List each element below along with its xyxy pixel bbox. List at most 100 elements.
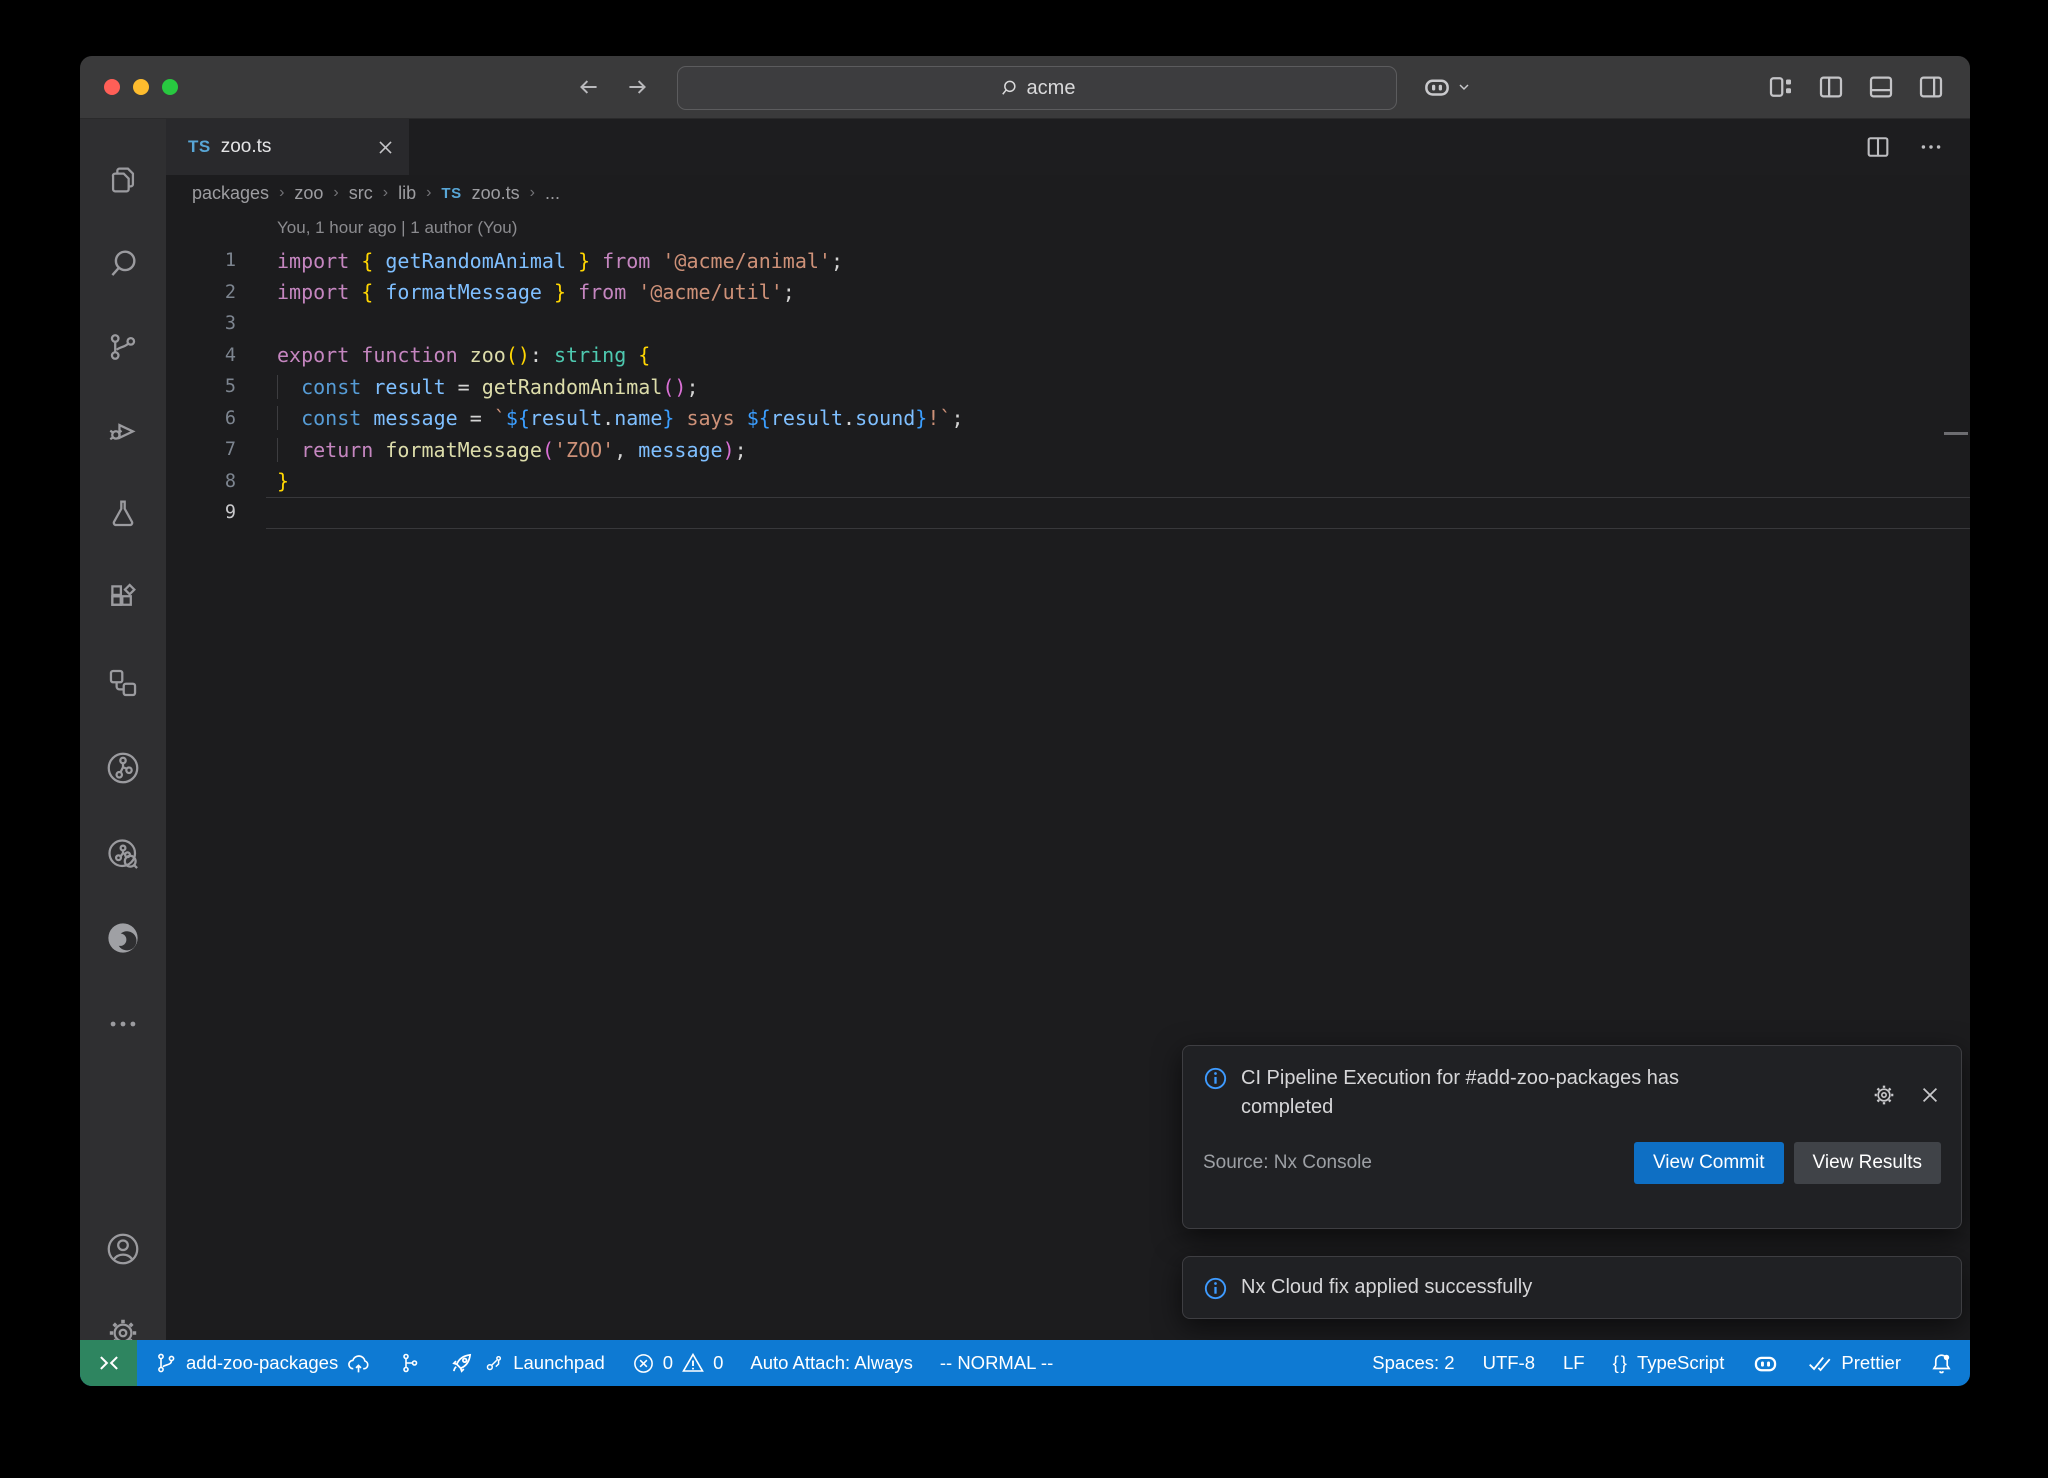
command-center-search[interactable]: acme bbox=[677, 66, 1397, 110]
close-window-button[interactable] bbox=[104, 79, 120, 95]
problems-item[interactable]: 0 0 bbox=[632, 1351, 724, 1375]
zoom-window-button[interactable] bbox=[162, 79, 178, 95]
overview-ruler-cursor-mark bbox=[1944, 432, 1968, 435]
rocket-icon bbox=[449, 1350, 475, 1376]
code-line[interactable]: 4export function zoo(): string { bbox=[166, 340, 1970, 372]
tab-zoo-ts[interactable]: TS zoo.ts bbox=[166, 119, 409, 175]
code-line[interactable]: 1import { getRandomAnimal } from '@acme/… bbox=[166, 245, 1970, 277]
vscode-window: acme bbox=[80, 56, 1970, 1386]
tab-label: zoo.ts bbox=[221, 136, 272, 158]
more-views-icon[interactable] bbox=[80, 1007, 166, 1041]
line-number: 7 bbox=[166, 439, 236, 460]
search-icon bbox=[999, 78, 1019, 98]
git-branch-icon bbox=[154, 1351, 178, 1375]
notification-message: Nx Cloud fix applied successfully bbox=[1241, 1276, 1532, 1299]
run-and-debug-icon[interactable] bbox=[80, 413, 166, 447]
line-number: 1 bbox=[166, 250, 236, 271]
minimize-window-button[interactable] bbox=[133, 79, 149, 95]
code-lines: 1import { getRandomAnimal } from '@acme/… bbox=[166, 245, 1970, 529]
typescript-file-icon: TS bbox=[441, 185, 461, 202]
auto-attach-item[interactable]: Auto Attach: Always bbox=[750, 1352, 912, 1374]
breadcrumb-item[interactable]: zoo bbox=[294, 183, 323, 204]
language-label: TypeScript bbox=[1637, 1352, 1724, 1374]
editor-more-actions-icon[interactable] bbox=[1918, 134, 1944, 160]
eol-label: LF bbox=[1563, 1352, 1585, 1374]
code-line[interactable]: 9 bbox=[166, 497, 1970, 529]
line-number: 4 bbox=[166, 345, 236, 366]
extensions-icon[interactable] bbox=[80, 580, 166, 614]
encoding-item[interactable]: UTF-8 bbox=[1483, 1352, 1535, 1374]
search-view-icon[interactable] bbox=[80, 246, 166, 280]
split-editor-icon[interactable] bbox=[1864, 133, 1892, 161]
titlebar: acme bbox=[80, 56, 1970, 119]
close-tab-icon[interactable] bbox=[376, 138, 395, 157]
encoding-label: UTF-8 bbox=[1483, 1352, 1535, 1374]
formatter-item[interactable]: Prettier bbox=[1807, 1350, 1901, 1376]
gitlens-search-icon[interactable] bbox=[80, 836, 166, 872]
vim-mode-item[interactable]: -- NORMAL -- bbox=[940, 1352, 1053, 1374]
copilot-icon[interactable] bbox=[1422, 72, 1452, 102]
code-editor[interactable]: You, 1 hour ago | 1 author (You) 1import… bbox=[166, 211, 1970, 529]
breadcrumb-item[interactable]: lib bbox=[398, 183, 416, 204]
commit-graph-icon bbox=[483, 1352, 505, 1374]
auto-attach-label: Auto Attach: Always bbox=[750, 1352, 912, 1374]
vim-mode-label: -- NORMAL -- bbox=[940, 1352, 1053, 1374]
double-check-icon bbox=[1807, 1350, 1833, 1376]
back-arrow-icon[interactable] bbox=[576, 74, 602, 100]
notification-nx-cloud: Nx Cloud fix applied successfully bbox=[1182, 1256, 1962, 1319]
eol-item[interactable]: LF bbox=[1563, 1352, 1585, 1374]
customize-layout-icon[interactable] bbox=[1766, 72, 1796, 102]
screenshot-root: acme bbox=[0, 0, 2048, 1478]
breadcrumb-item[interactable]: src bbox=[349, 183, 373, 204]
git-graph-icon bbox=[398, 1351, 422, 1375]
notifications-bell-item[interactable] bbox=[1929, 1351, 1954, 1376]
view-results-button[interactable]: View Results bbox=[1794, 1142, 1941, 1184]
chevron-right-icon: › bbox=[279, 184, 284, 202]
code-line[interactable]: 7 return formatMessage('ZOO', message); bbox=[166, 434, 1970, 466]
notification-source: Source: Nx Console bbox=[1203, 1152, 1372, 1174]
edge-devtools-icon[interactable] bbox=[80, 920, 166, 956]
forward-arrow-icon[interactable] bbox=[624, 74, 650, 100]
code-text: } bbox=[236, 469, 289, 493]
code-line[interactable]: 6 const message = `${result.name} says $… bbox=[166, 403, 1970, 435]
code-line[interactable]: 5 const result = getRandomAnimal(); bbox=[166, 371, 1970, 403]
notification-close-icon[interactable] bbox=[1919, 1068, 1941, 1122]
view-commit-button[interactable]: View Commit bbox=[1634, 1142, 1784, 1184]
language-mode-item[interactable]: {} TypeScript bbox=[1613, 1352, 1725, 1374]
copilot-icon bbox=[1752, 1350, 1779, 1377]
git-blame-annotation[interactable]: You, 1 hour ago | 1 author (You) bbox=[166, 211, 1970, 245]
launchpad-item[interactable]: Launchpad bbox=[449, 1350, 605, 1376]
account-icon[interactable] bbox=[80, 1231, 166, 1267]
code-line[interactable]: 3 bbox=[166, 308, 1970, 340]
testing-icon[interactable] bbox=[80, 496, 166, 530]
copilot-status-item[interactable] bbox=[1752, 1350, 1779, 1377]
breadcrumb-file[interactable]: zoo.ts bbox=[472, 183, 520, 204]
git-branch-item[interactable]: add-zoo-packages bbox=[154, 1351, 371, 1376]
line-number: 8 bbox=[166, 471, 236, 492]
toggle-panel-icon[interactable] bbox=[1866, 72, 1896, 102]
branch-name: add-zoo-packages bbox=[186, 1352, 338, 1374]
indentation-item[interactable]: Spaces: 2 bbox=[1372, 1352, 1454, 1374]
code-line[interactable]: 8} bbox=[166, 466, 1970, 498]
source-control-icon[interactable] bbox=[80, 330, 166, 364]
git-graph-item[interactable] bbox=[398, 1351, 422, 1375]
breadcrumb-overflow[interactable]: ... bbox=[545, 183, 560, 204]
code-line[interactable]: 2import { formatMessage } from '@acme/ut… bbox=[166, 277, 1970, 309]
nx-console-icon[interactable] bbox=[80, 666, 166, 700]
code-text: export function zoo(): string { bbox=[236, 343, 650, 367]
toggle-primary-sidebar-icon[interactable] bbox=[1816, 72, 1846, 102]
typescript-file-icon: TS bbox=[188, 137, 211, 157]
line-number: 2 bbox=[166, 282, 236, 303]
explorer-icon[interactable] bbox=[80, 163, 166, 197]
breadcrumb-item[interactable]: packages bbox=[192, 183, 269, 204]
notification-settings-gear-icon[interactable] bbox=[1871, 1068, 1897, 1122]
errors-icon bbox=[632, 1352, 655, 1375]
chevron-down-icon[interactable] bbox=[1456, 79, 1472, 95]
tab-bar: TS zoo.ts bbox=[166, 119, 1970, 175]
toggle-secondary-sidebar-icon[interactable] bbox=[1916, 72, 1946, 102]
code-text: return formatMessage('ZOO', message); bbox=[236, 438, 747, 462]
remote-indicator[interactable] bbox=[80, 1340, 137, 1386]
gitlens-icon[interactable] bbox=[80, 750, 166, 786]
traffic-lights bbox=[104, 79, 178, 95]
notification-message: CI Pipeline Execution for #add-zoo-packa… bbox=[1241, 1064, 1741, 1122]
